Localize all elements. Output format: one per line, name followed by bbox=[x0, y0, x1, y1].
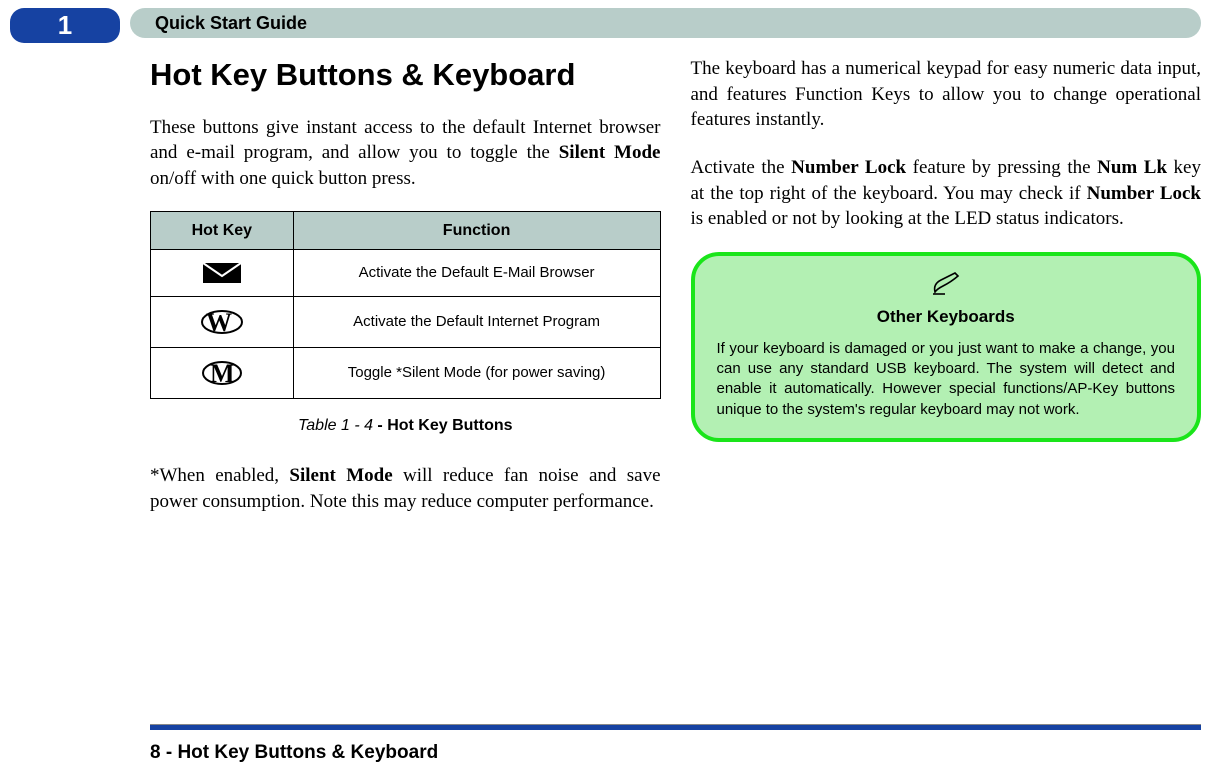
table-row: Activate the Default E-Mail Browser bbox=[151, 250, 661, 297]
func-cell: Toggle *Silent Mode (for power saving) bbox=[293, 348, 660, 399]
table-header-row: Hot Key Function bbox=[151, 211, 661, 250]
browser-icon: W bbox=[151, 297, 294, 348]
callout-body: If your keyboard is damaged or you just … bbox=[717, 339, 1176, 420]
silent-mode-note: *When enabled, Silent Mode will reduce f… bbox=[150, 463, 661, 514]
keyboard-paragraph-2: Activate the Number Lock feature by pres… bbox=[691, 155, 1202, 232]
footer-rule bbox=[150, 724, 1201, 730]
intro-paragraph: These buttons give instant access to the… bbox=[150, 115, 661, 192]
mail-icon bbox=[151, 250, 294, 297]
page-content: Hot Key Buttons & Keyboard These buttons… bbox=[150, 50, 1201, 718]
hotkey-table: Hot Key Function Activate the Default E-… bbox=[150, 211, 661, 400]
caption-bold: - Hot Key Buttons bbox=[373, 417, 513, 434]
p2-a: Activate the bbox=[691, 157, 792, 178]
intro-text-2: on/off with one quick button press. bbox=[150, 168, 416, 189]
th-function: Function bbox=[293, 211, 660, 250]
chapter-tab: 1 bbox=[10, 8, 120, 43]
table-caption: Table 1 - 4 - Hot Key Buttons bbox=[150, 415, 661, 437]
note-text-1: *When enabled, bbox=[150, 465, 289, 486]
p2-c: feature by pressing the bbox=[906, 157, 1097, 178]
intro-bold: Silent Mode bbox=[559, 142, 661, 163]
table-row: M Toggle *Silent Mode (for power saving) bbox=[151, 348, 661, 399]
other-keyboards-callout: Other Keyboards If your keyboard is dama… bbox=[691, 252, 1202, 442]
caption-italic: Table 1 - 4 bbox=[298, 417, 373, 434]
callout-title: Other Keyboards bbox=[717, 306, 1176, 329]
func-cell: Activate the Default Internet Program bbox=[293, 297, 660, 348]
pencil-icon bbox=[717, 270, 1176, 300]
silent-icon: M bbox=[151, 348, 294, 399]
right-column: The keyboard has a numerical keypad for … bbox=[691, 50, 1202, 718]
left-column: Hot Key Buttons & Keyboard These buttons… bbox=[150, 50, 661, 718]
footer-text: 8 - Hot Key Buttons & Keyboard bbox=[150, 742, 438, 764]
th-hotkey: Hot Key bbox=[151, 211, 294, 250]
keyboard-paragraph-1: The keyboard has a numerical keypad for … bbox=[691, 56, 1202, 133]
p2-f: Number Lock bbox=[1087, 183, 1201, 204]
header-title: Quick Start Guide bbox=[130, 8, 1201, 38]
p2-d: Num Lk bbox=[1097, 157, 1167, 178]
p2-b: Number Lock bbox=[791, 157, 906, 178]
note-bold: Silent Mode bbox=[289, 465, 392, 486]
func-cell: Activate the Default E-Mail Browser bbox=[293, 250, 660, 297]
section-heading: Hot Key Buttons & Keyboard bbox=[150, 54, 661, 96]
table-row: W Activate the Default Internet Program bbox=[151, 297, 661, 348]
p2-g: is enabled or not by looking at the LED … bbox=[691, 208, 1124, 229]
